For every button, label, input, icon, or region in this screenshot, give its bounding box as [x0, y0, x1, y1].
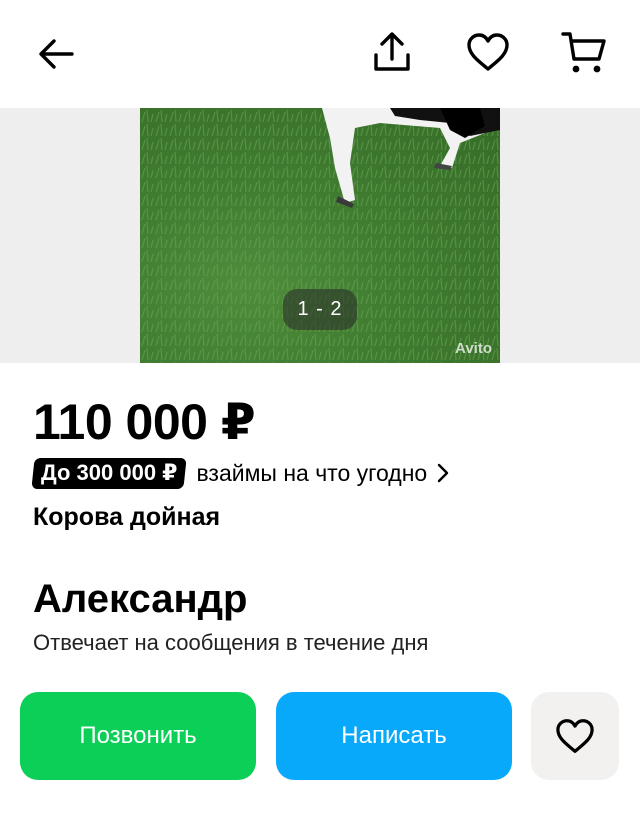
share-button[interactable] — [366, 26, 418, 78]
listing-title: Корова дойная — [33, 503, 221, 531]
cart-icon — [561, 32, 606, 73]
loan-badge: До 300 000 ₽ — [31, 457, 188, 489]
loan-offer-link[interactable]: До 300 000 ₽ взаймы на что угодно — [31, 457, 449, 489]
photo-counter: 1 - 2 — [283, 289, 357, 330]
seller-response-time: Отвечает на сообщения в течение дня — [33, 630, 429, 655]
add-favorite-button[interactable] — [531, 692, 619, 780]
loan-badge-text: До 300 000 ₽ — [41, 459, 178, 485]
share-icon — [374, 32, 410, 71]
listing-price: 110 000 ₽ — [33, 394, 256, 450]
call-button[interactable]: Позвонить — [20, 692, 256, 780]
back-button[interactable] — [30, 28, 82, 80]
arrow-left-icon — [39, 39, 74, 69]
top-bar — [0, 0, 640, 108]
avito-watermark: Avito — [455, 340, 492, 357]
heart-icon — [556, 719, 594, 753]
seller-name[interactable]: Александр — [33, 577, 247, 622]
chevron-right-icon — [438, 463, 449, 483]
heart-icon — [467, 33, 509, 71]
cart-button[interactable] — [556, 26, 612, 78]
loan-text: взаймы на что угодно — [196, 459, 428, 486]
photo-gallery[interactable]: Avito 1 - 2 — [0, 108, 640, 363]
write-button[interactable]: Написать — [276, 692, 512, 780]
favorite-button[interactable] — [462, 26, 514, 78]
